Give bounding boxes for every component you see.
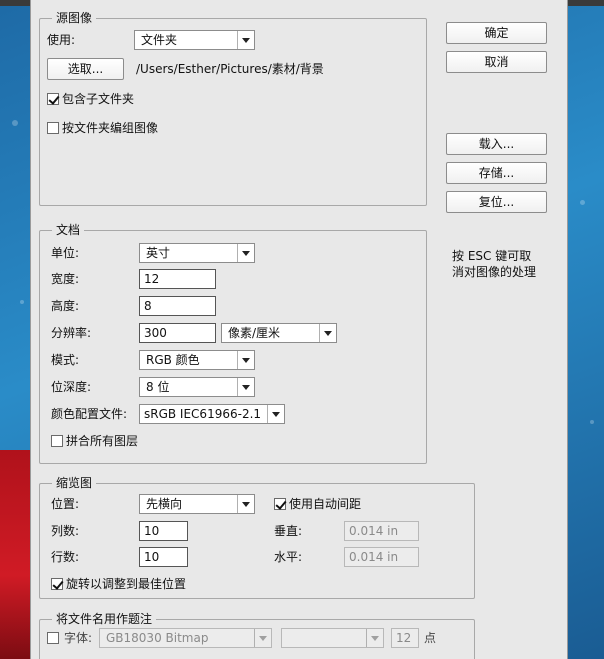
background-speck	[580, 200, 585, 205]
bit-depth-select[interactable]: 8 位	[139, 377, 255, 397]
include-subfolders-checkbox[interactable]	[47, 93, 59, 105]
rows-label: 行数:	[51, 550, 80, 564]
caption-font-family-select[interactable]: GB18030 Bitmap	[99, 628, 272, 648]
flatten-layers-checkbox[interactable]	[51, 435, 63, 447]
group-by-folder-label: 按文件夹编组图像	[62, 121, 159, 135]
width-label: 宽度:	[51, 272, 80, 286]
include-subfolders-label: 包含子文件夹	[62, 92, 135, 106]
cancel-button[interactable]: 取消	[446, 51, 547, 73]
position-label: 位置:	[51, 497, 80, 511]
unit-select[interactable]: 英寸	[139, 243, 255, 263]
color-profile-select-value: sRGB IEC61966-2.1	[144, 407, 262, 421]
background-speck	[20, 300, 24, 304]
chevron-down-icon	[319, 324, 336, 342]
reset-button[interactable]: 复位...	[446, 191, 547, 213]
thumbnails-legend: 缩览图	[52, 476, 97, 490]
background-speck	[590, 420, 594, 424]
caption-font-size-unit: 点	[424, 631, 437, 645]
rotate-best-fit-checkbox[interactable]	[51, 578, 63, 590]
auto-spacing-checkbox[interactable]	[274, 498, 286, 510]
choose-button[interactable]: 选取...	[47, 58, 124, 80]
chevron-down-icon	[237, 378, 254, 396]
use-select[interactable]: 文件夹	[134, 30, 255, 50]
contact-sheet-dialog: 源图像 使用: 文件夹 选取... /Users/Esther/Pictures…	[30, 0, 568, 659]
bit-depth-label: 位深度:	[51, 380, 92, 394]
resolution-unit-value: 像素/厘米	[228, 326, 281, 340]
unit-select-value: 英寸	[146, 246, 171, 260]
caption-font-label: 字体:	[64, 631, 93, 645]
unit-label: 单位:	[51, 246, 80, 260]
chevron-down-icon	[366, 629, 383, 647]
horizontal-spacing-label: 水平:	[274, 550, 303, 564]
chevron-down-icon	[237, 495, 254, 513]
vertical-spacing-label: 垂直:	[274, 524, 303, 538]
document-group: 文档	[39, 223, 427, 464]
resolution-field[interactable]: 300	[139, 323, 216, 343]
source-folder-path: /Users/Esther/Pictures/素材/背景	[136, 62, 324, 76]
columns-label: 列数:	[51, 524, 80, 538]
use-label: 使用:	[47, 33, 76, 47]
columns-field[interactable]: 10	[139, 521, 188, 541]
save-button[interactable]: 存储...	[446, 162, 547, 184]
mode-label: 模式:	[51, 353, 80, 367]
mode-select[interactable]: RGB 颜色	[139, 350, 255, 370]
position-select-value: 先横向	[146, 497, 183, 511]
caption-font-style-select[interactable]	[281, 628, 384, 648]
rotate-best-fit-label: 旋转以调整到最佳位置	[66, 577, 187, 591]
caption-font-checkbox[interactable]	[47, 632, 59, 644]
chevron-down-icon	[267, 405, 284, 423]
flatten-layers-label: 拼合所有图层	[66, 434, 139, 448]
position-select[interactable]: 先横向	[139, 494, 255, 514]
chevron-down-icon	[237, 244, 254, 262]
vertical-spacing-field[interactable]: 0.014 in	[344, 521, 419, 541]
source-images-legend: 源图像	[52, 11, 97, 25]
color-profile-select[interactable]: sRGB IEC61966-2.1	[139, 404, 285, 424]
resolution-unit-select[interactable]: 像素/厘米	[221, 323, 337, 343]
height-field[interactable]: 8	[139, 296, 216, 316]
esc-note-line-2: 消对图像的处理	[452, 265, 537, 279]
horizontal-spacing-field[interactable]: 0.014 in	[344, 547, 419, 567]
caption-font-family-value: GB18030 Bitmap	[106, 631, 209, 645]
esc-note-line-1: 按 ESC 键可取	[452, 249, 532, 263]
chevron-down-icon	[254, 629, 271, 647]
chevron-down-icon	[237, 31, 254, 49]
chevron-down-icon	[237, 351, 254, 369]
document-legend: 文档	[52, 223, 85, 237]
auto-spacing-label: 使用自动间距	[289, 497, 362, 511]
resolution-label: 分辨率:	[51, 326, 92, 340]
rows-field[interactable]: 10	[139, 547, 188, 567]
height-label: 高度:	[51, 299, 80, 313]
use-select-value: 文件夹	[141, 33, 178, 47]
bit-depth-select-value: 8 位	[146, 380, 170, 394]
load-button[interactable]: 载入...	[446, 133, 547, 155]
ok-button[interactable]: 确定	[446, 22, 547, 44]
group-by-folder-checkbox[interactable]	[47, 122, 59, 134]
color-profile-label: 颜色配置文件:	[51, 407, 128, 421]
width-field[interactable]: 12	[139, 269, 216, 289]
background-speck	[12, 120, 18, 126]
mode-select-value: RGB 颜色	[146, 353, 200, 367]
caption-legend: 将文件名用作题注	[52, 612, 157, 626]
caption-font-size-field[interactable]: 12	[391, 628, 419, 648]
